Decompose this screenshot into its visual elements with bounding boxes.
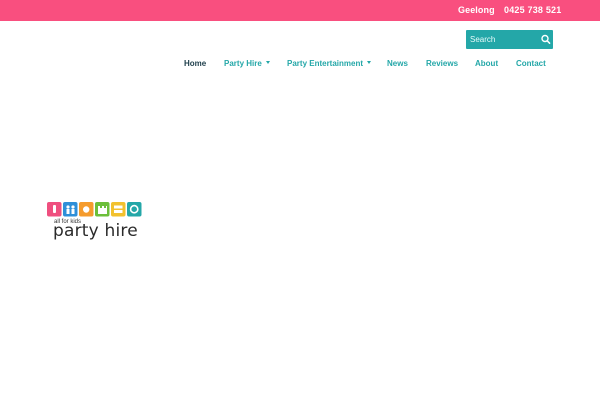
logo-brand-name: party hire (53, 221, 138, 241)
nav-home[interactable]: Home (184, 58, 206, 72)
nav-about[interactable]: About (475, 58, 498, 72)
logo-tile (127, 202, 142, 217)
nav-party-entertainment-label: Party Entertainment (287, 59, 364, 68)
search-box (466, 30, 553, 49)
nav-reviews-label: Reviews (426, 59, 459, 68)
nav-party-entertainment[interactable]: Party Entertainment (287, 58, 372, 72)
nav-news-label: News (387, 59, 408, 68)
logo-tiles-icon (47, 202, 142, 217)
site-logo[interactable]: all for kids party hire (47, 202, 147, 242)
location-link[interactable]: Geelong (458, 5, 495, 15)
caret-down-icon (265, 61, 270, 65)
nav-contact[interactable]: Contact (516, 58, 546, 72)
nav-party-hire-label: Party Hire (224, 59, 262, 68)
nav-reviews[interactable]: Reviews (426, 58, 458, 72)
search-icon[interactable] (539, 32, 553, 47)
nav-about-label: About (475, 59, 499, 68)
main-navigation: Home Party Hire Party Entertainment News… (0, 58, 600, 72)
logo-tile (63, 202, 78, 217)
nav-party-hire[interactable]: Party Hire (224, 58, 270, 72)
nav-contact-label: Contact (516, 59, 546, 68)
search-input[interactable] (466, 30, 538, 49)
phone-link[interactable]: 0425 738 521 (504, 5, 561, 15)
top-bar: Geelong 0425 738 521 (0, 0, 600, 21)
nav-home-label: Home (184, 59, 207, 68)
nav-news[interactable]: News (387, 58, 408, 72)
caret-down-icon (367, 61, 372, 65)
logo-tile (111, 202, 126, 217)
